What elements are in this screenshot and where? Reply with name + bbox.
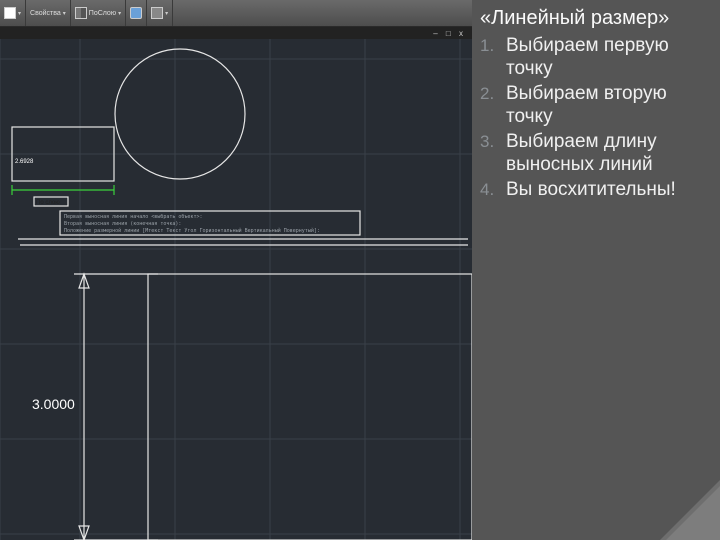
chevron-down-icon[interactable]: ▾ [165,10,168,17]
ribbon-group-misc1[interactable] [126,0,147,26]
tool-icon[interactable] [151,7,163,19]
ribbon-group-misc2[interactable]: ▾ [147,0,173,26]
minimize-icon[interactable]: – [433,29,440,38]
instruction-steps: Выбираем первую точку Выбираем вторую то… [480,34,712,201]
ribbon-properties-label: Свойства [30,10,61,17]
bylayer-label: ПоСлою [89,10,116,17]
rect-large [148,274,472,540]
drawing-canvas[interactable]: 2.6928 По слою Первая выносная линия нач… [0,39,472,540]
dim-small-value: 2.6928 [15,159,34,165]
cad-app-pane: ▾ Свойства ▾ ПоСлою ▾ ▾ – □ x • • • [0,0,472,540]
window-controls: – □ x [433,29,466,38]
app-titlebar [0,27,472,39]
dim-big-value: 3.0000 [32,396,75,412]
tool-icon[interactable] [130,7,142,19]
page-curl-icon [660,480,720,540]
chevron-down-icon[interactable]: ▾ [18,10,21,17]
ribbon-toolbar[interactable]: ▾ Свойства ▾ ПоСлою ▾ ▾ [0,0,472,27]
canvas-grid [0,39,472,540]
instruction-title: «Линейный размер» [480,6,712,30]
layer-color-swatch[interactable] [4,7,16,19]
ribbon-group-bylayer[interactable]: ПоСлою ▾ [71,0,126,26]
chevron-down-icon[interactable]: ▾ [118,10,121,17]
maximize-icon[interactable]: □ [446,29,454,38]
chevron-down-icon[interactable]: ▾ [63,10,66,17]
linetype-swatch [75,7,87,19]
tooltip-tag-text: По слою [36,200,60,206]
close-icon[interactable]: x [459,29,466,38]
instruction-panel: «Линейный размер» Выбираем первую точку … [472,0,720,540]
step-item: Выбираем первую точку [480,34,712,80]
step-item: Вы восхитительны! [480,178,712,201]
ribbon-group-layers[interactable]: ▾ [0,0,26,26]
drawing-objects: 2.6928 По слою Первая выносная линия нач… [12,49,472,540]
step-item: Выбираем длину выносных линий [480,130,712,176]
ribbon-group-properties[interactable]: Свойства ▾ [26,0,71,26]
circle-shape [115,49,245,179]
cmd-line-3: Положение размерной линии [Мтекст Текст … [64,228,320,234]
cmd-line-2: Вторая выносная линия (конечная точка): [64,221,181,227]
cmd-line-1: Первая выносная линия начало <выбрать об… [64,213,202,220]
step-item: Выбираем вторую точку [480,82,712,128]
